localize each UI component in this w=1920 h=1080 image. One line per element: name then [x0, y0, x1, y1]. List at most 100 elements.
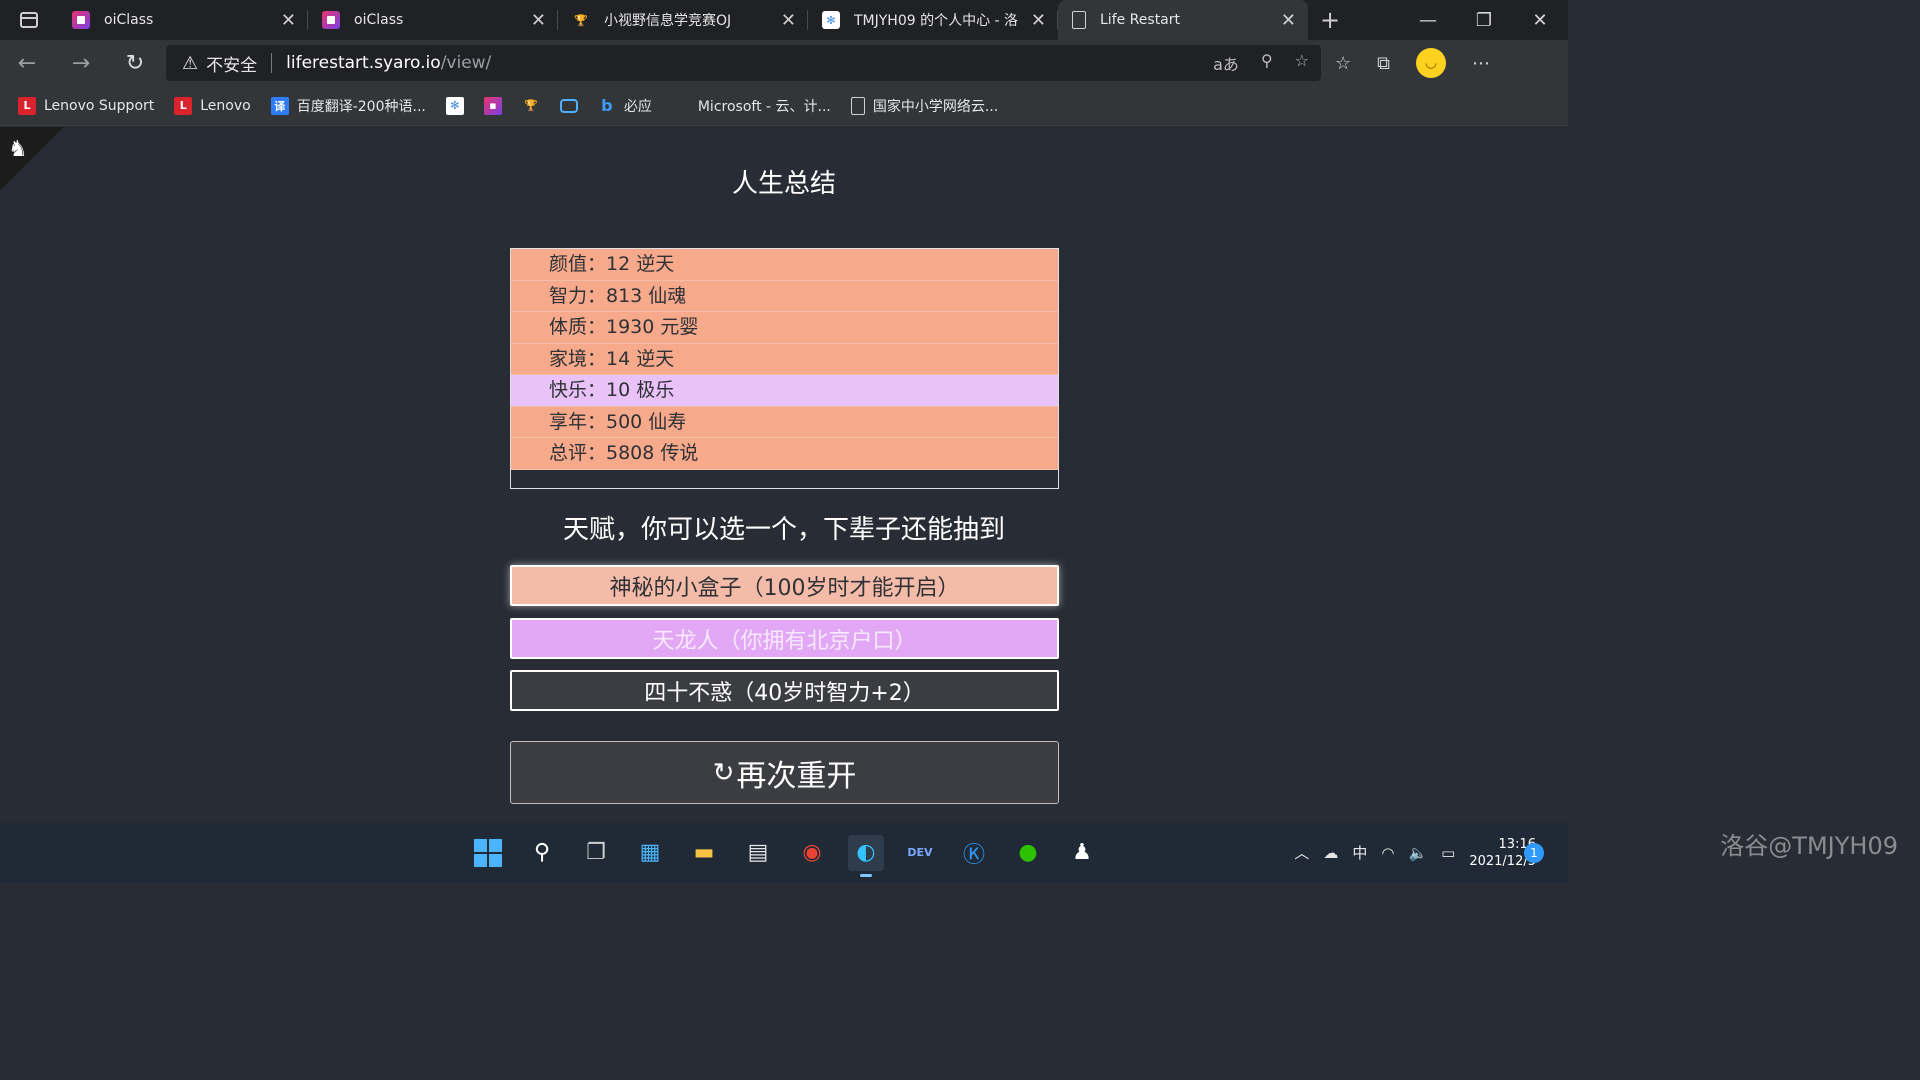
tab-actions-icon — [20, 12, 38, 28]
tab-oiclass-2[interactable]: oiClass ✕ — [308, 0, 558, 40]
collections-icon[interactable]: ⧉ — [1377, 53, 1390, 74]
translate-icon: 译 — [270, 96, 289, 115]
profile-avatar[interactable]: ◡ — [1416, 48, 1446, 78]
url-path[interactable]: /view/ — [441, 53, 492, 73]
talent-option-mystery-box[interactable]: 神秘的小盒子（100岁时才能开启） — [510, 565, 1059, 606]
oiclass-icon — [72, 11, 90, 29]
stat-appearance: 颜值：12 逆天 — [511, 249, 1058, 281]
microsoft-icon — [672, 97, 690, 115]
add-favorite-icon[interactable]: ☆ — [1295, 51, 1309, 75]
bookmarks-bar: L Lenovo Support L Lenovo 译 百度翻译-200种语..… — [0, 86, 1568, 126]
tab-xiaoshiye-oj[interactable]: 🏆 小视野信息学竞赛OJ ✕ — [558, 0, 808, 40]
close-window-icon[interactable]: ✕ — [1512, 0, 1568, 40]
close-icon[interactable]: ✕ — [281, 10, 296, 31]
battery-icon[interactable]: ▭ — [1441, 844, 1455, 862]
stat-intelligence: 智力：813 仙魂 — [511, 280, 1058, 312]
tab-luogu-profile[interactable]: ✻ TMJYH09 的个人中心 - 洛 ✕ — [808, 0, 1058, 40]
chrome-icon[interactable]: ◉ — [794, 835, 830, 871]
browser-toolbar: ☆ ⧉ ◡ ⋯ — [1335, 48, 1490, 78]
onedrive-cloud-icon[interactable]: ☁ — [1323, 844, 1338, 862]
microsoft-store-icon[interactable]: ▤ — [740, 835, 776, 871]
close-icon[interactable]: ✕ — [531, 10, 546, 31]
stat-constitution: 体质：1930 元婴 — [511, 312, 1058, 344]
summary-title: 人生总结 — [731, 169, 836, 199]
qq-icon[interactable]: ♟ — [1064, 835, 1100, 871]
talent-prompt: 天赋，你可以选一个，下辈子还能抽到 — [562, 515, 1005, 545]
warning-icon[interactable]: ⚠ — [182, 53, 198, 74]
zoom-icon[interactable]: ⚲ — [1261, 51, 1273, 75]
navigation-bar: ← → ↻ ⚠ 不安全 liferestart.syaro.io /view/ … — [0, 40, 1568, 86]
bilibili-icon — [559, 98, 578, 113]
reload-button[interactable]: ↻ — [108, 51, 162, 76]
stat-lifespan: 享年：500 仙寿 — [511, 406, 1058, 438]
bookmark-label: Microsoft - 云、计... — [697, 98, 831, 115]
widgets-icon[interactable]: ▦ — [632, 835, 668, 871]
bookmark-label: Lenovo Support — [44, 97, 155, 114]
watermark: 洛谷@TMJYH09 — [1720, 832, 1898, 860]
chevron-up-icon[interactable]: ︿ — [1294, 842, 1309, 863]
back-button[interactable]: ← — [0, 51, 54, 76]
life-restart-page: ♞ 人生总结 颜值：12 逆天 智力：813 仙魂 体质：1930 元婴 家境：… — [0, 127, 1568, 823]
bookmark-baidu-translate[interactable]: 译 百度翻译-200种语... — [270, 96, 426, 116]
tab-title: TMJYH09 的个人中心 - 洛 — [854, 13, 1019, 29]
minimize-icon[interactable]: — — [1400, 0, 1456, 40]
search-icon[interactable]: ⚲ — [524, 835, 560, 871]
close-icon[interactable]: ✕ — [781, 10, 796, 31]
bookmark-bilibili[interactable] — [559, 98, 578, 113]
url-host[interactable]: liferestart.syaro.io — [286, 53, 441, 73]
restore-icon[interactable]: ❐ — [1456, 0, 1512, 40]
task-view-icon[interactable]: ❐ — [578, 835, 614, 871]
bookmark-luogu[interactable]: ✻ — [445, 96, 464, 115]
bookmark-microsoft[interactable]: Microsoft - 云、计... — [672, 96, 831, 116]
bookmark-label: 百度翻译-200种语... — [296, 98, 426, 115]
bookmark-lenovo-support[interactable]: L Lenovo Support — [18, 96, 155, 115]
taskbar-apps: ⚲ ❐ ▦ ▬ ▤ ◉ ◐ DEV Ⓚ ● ♟ — [470, 823, 1100, 882]
notification-badge[interactable]: 1 — [1524, 843, 1544, 863]
tab-oiclass-1[interactable]: oiClass ✕ — [58, 0, 308, 40]
restart-label: 再次重开 — [736, 758, 857, 794]
tab-bar: oiClass ✕ oiClass ✕ 🏆 小视野信息学竞赛OJ ✕ ✻ TMJ… — [0, 0, 1568, 40]
ime-indicator[interactable]: 中 — [1352, 842, 1367, 863]
file-explorer-icon[interactable]: ▬ — [686, 835, 722, 871]
bookmark-label: Lenovo — [200, 97, 251, 114]
tab-actions-button[interactable] — [0, 0, 58, 40]
wechat-icon[interactable]: ● — [1010, 835, 1046, 871]
close-icon[interactable]: ✕ — [1281, 10, 1296, 31]
tab-title: oiClass — [354, 12, 404, 28]
luogu-icon: ✻ — [822, 11, 840, 29]
talent-option-forty[interactable]: 四十不惑（40岁时智力+2） — [510, 670, 1059, 711]
bookmark-national-school-cloud[interactable]: 国家中小学网络云... — [850, 96, 998, 116]
volume-icon[interactable]: 🔈 — [1408, 844, 1427, 862]
address-actions: aあ ⚲ ☆ — [1213, 51, 1309, 75]
talent-option-tianlongren[interactable]: 天龙人（你拥有北京户口） — [510, 618, 1059, 659]
security-label[interactable]: 不安全 — [206, 51, 257, 76]
edge-icon[interactable]: ◐ — [848, 834, 884, 877]
windows-start-icon[interactable] — [470, 835, 506, 871]
life-summary-list: 颜值：12 逆天 智力：813 仙魂 体质：1930 元婴 家境：14 逆天 快… — [510, 248, 1059, 489]
wifi-icon[interactable]: ◠ — [1381, 844, 1394, 862]
bookmark-bing[interactable]: b 必应 — [598, 96, 652, 116]
bookmark-oiclass[interactable]: ▪ — [483, 96, 502, 115]
github-octocat-icon[interactable]: ♞ — [8, 137, 28, 162]
bookmark-xiaoshiye[interactable]: 🏆 — [522, 97, 540, 115]
forward-button[interactable]: → — [54, 51, 108, 76]
tab-title: 小视野信息学竞赛OJ — [604, 13, 732, 29]
document-icon — [850, 96, 865, 115]
tab-life-restart[interactable]: Life Restart ✕ — [1058, 0, 1308, 40]
bookmark-lenovo[interactable]: L Lenovo — [174, 96, 251, 115]
favorites-icon[interactable]: ☆ — [1335, 53, 1351, 74]
kugou-icon[interactable]: Ⓚ — [956, 835, 992, 871]
close-icon[interactable]: ✕ — [1031, 10, 1046, 31]
new-tab-button[interactable]: + — [1308, 0, 1352, 40]
luogu-icon: ✻ — [445, 96, 464, 115]
restart-again-button[interactable]: ↻ 再次重开 — [510, 741, 1059, 804]
address-bar[interactable]: ⚠ 不安全 liferestart.syaro.io /view/ aあ ⚲ ☆ — [166, 45, 1321, 81]
bing-icon: b — [601, 96, 613, 115]
dev-cpp-icon[interactable]: DEV — [902, 835, 938, 871]
reload-icon: ↻ — [712, 757, 735, 788]
more-menu-icon[interactable]: ⋯ — [1472, 53, 1490, 74]
windows-taskbar: ⚲ ❐ ▦ ▬ ▤ ◉ ◐ DEV Ⓚ ● ♟ ︿ ☁ 中 ◠ 🔈 ▭ 13:1… — [0, 823, 1568, 882]
stat-overall-rating: 总评：5808 传说 — [511, 438, 1058, 470]
address-divider — [271, 53, 273, 73]
read-aloud-translate-icon[interactable]: aあ — [1213, 51, 1239, 75]
